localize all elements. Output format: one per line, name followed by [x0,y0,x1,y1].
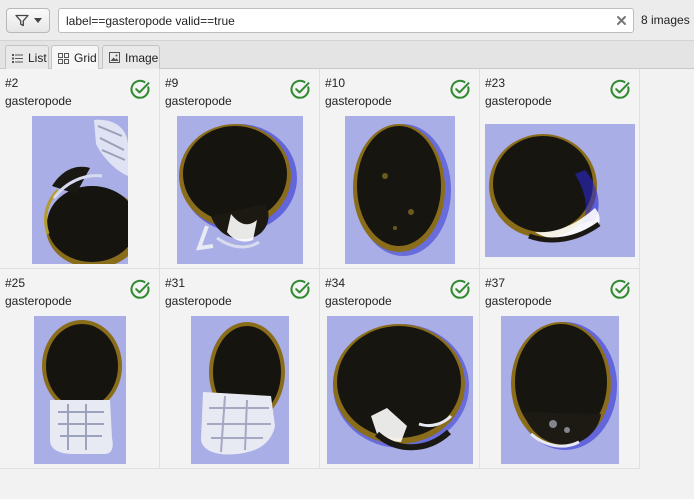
tab-grid-label: Grid [74,51,97,65]
valid-check-icon [130,279,150,299]
filter-icon [14,14,29,27]
item-id: #23 [485,76,506,90]
tab-image[interactable]: Image [102,45,160,69]
item-label: gasteropode [485,94,552,108]
valid-check-icon [290,79,310,99]
grid-item[interactable]: #9 gasteropode [160,69,320,269]
item-id: #34 [325,276,346,290]
valid-check-icon [290,279,310,299]
item-label: gasteropode [165,94,232,108]
tab-grid[interactable]: Grid [51,45,99,70]
item-label: gasteropode [325,94,392,108]
item-label: gasteropode [5,94,72,108]
list-icon [12,53,23,63]
specimen-image [501,316,619,464]
grid-item[interactable]: #10 gasteropode [320,69,480,269]
item-label: gasteropode [485,294,552,308]
item-label: gasteropode [5,294,72,308]
grid-item[interactable]: #37 gasteropode [480,269,640,469]
specimen-image [34,316,126,464]
item-id: #9 [165,76,179,90]
item-id: #31 [165,276,186,290]
valid-check-icon [450,79,470,99]
specimen-image [177,116,303,264]
search-input[interactable] [59,9,609,32]
grid-icon [58,52,69,64]
grid-item[interactable]: #25 gasteropode [0,269,160,469]
specimen-image [345,116,455,264]
filter-toolbar: 8 images [0,0,694,41]
specimen-image [32,116,128,264]
tab-image-label: Image [125,50,159,65]
item-id: #37 [485,276,506,290]
item-label: gasteropode [325,294,392,308]
specimen-image [327,316,473,464]
item-id: #10 [325,76,346,90]
specimen-image [191,316,289,464]
item-id: #2 [5,76,19,90]
view-tabs: List Grid Image [0,41,694,70]
chevron-down-icon [33,18,42,23]
valid-check-icon [450,279,470,299]
image-count: 8 images [641,13,690,27]
grid-item[interactable]: #34 gasteropode [320,269,480,469]
grid-item[interactable]: #23 gasteropode [480,69,640,269]
image-grid: #2 gasteropode #9 gasteropode #10 gaster… [0,69,640,469]
clear-icon[interactable] [614,13,629,28]
valid-check-icon [610,279,630,299]
grid-item[interactable]: #31 gasteropode [160,269,320,469]
specimen-image [485,124,635,257]
tab-list-label: List [28,50,47,65]
filter-menu-button[interactable] [6,8,50,33]
valid-check-icon [130,79,150,99]
item-id: #25 [5,276,26,290]
valid-check-icon [610,79,630,99]
image-icon [109,52,120,63]
grid-item[interactable]: #2 gasteropode [0,69,160,269]
item-label: gasteropode [165,294,232,308]
search-box [58,8,634,33]
tab-list[interactable]: List [5,45,49,69]
